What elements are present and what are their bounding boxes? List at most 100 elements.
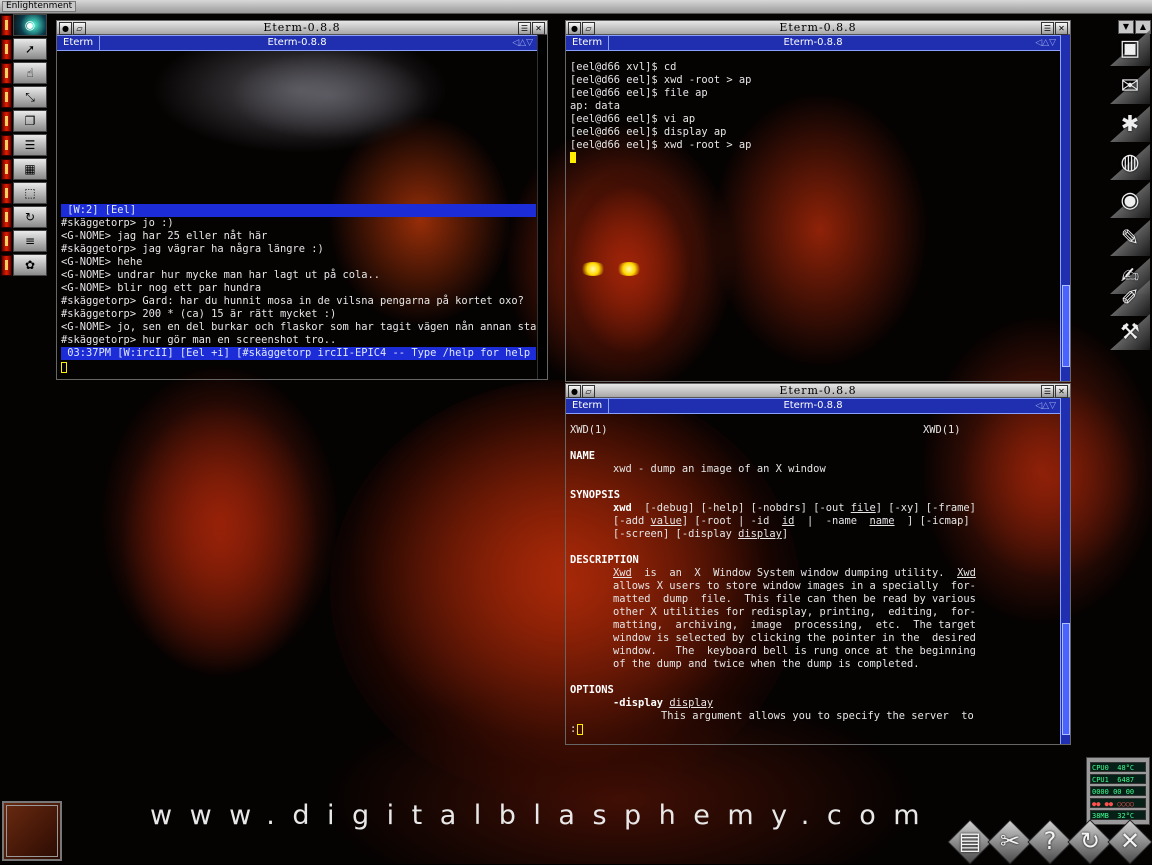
exit-icon[interactable]: ✕ — [1110, 820, 1150, 862]
memory-temp-readout: 38MB 32°C — [1090, 810, 1146, 820]
pager-tab[interactable] — [1, 135, 12, 156]
maximize-icon[interactable]: ☰ — [1041, 22, 1054, 35]
man-description-line: matted dump file. This file can then be … — [613, 593, 976, 605]
spider-icon[interactable]: ✱ — [1110, 106, 1150, 142]
man-synopsis-line-2: [-add value] [-root | -id id | -name nam… — [613, 515, 970, 527]
man-terminal[interactable]: XWD(1) XWD(1) NAME xwd - dump an image o… — [565, 414, 1061, 745]
bars-icon[interactable]: ☰ — [13, 134, 47, 156]
cpu1-readout: CPU1 6487 — [1090, 774, 1146, 784]
man-synopsis-line-3: [-screen] [-display display] — [613, 528, 789, 540]
maximize-icon[interactable]: ☰ — [1041, 385, 1054, 398]
desks-icon[interactable]: ▦ — [13, 158, 47, 180]
enlightenment-top-bar: Enlightenment — [0, 0, 1152, 14]
pencil-icon[interactable]: ✎ — [1110, 220, 1150, 256]
help-icon[interactable]: ? — [1030, 820, 1070, 862]
man-option-text: This argument allows you to specify the … — [661, 710, 974, 722]
man-description-line: allows X users to store window images in… — [613, 580, 976, 592]
irc-line: <G-NOME> jo, sen en del burkar och flask… — [61, 321, 538, 333]
pager-tab[interactable] — [1, 63, 12, 84]
irc-menu-bar: Eterm Eterm-0.8.8 ◁△▽ — [56, 35, 538, 51]
shell-line: [eel@d66 eel]$ file ap — [570, 87, 708, 99]
radar-icon[interactable]: ◉ — [13, 14, 47, 36]
terminal-icon[interactable]: ▣ — [1110, 30, 1150, 66]
irc-window-bar-text: [W:2] [Eel] — [61, 204, 137, 216]
maximize-icon[interactable]: ☰ — [518, 22, 531, 35]
menu-arrows-icon[interactable]: ◁△▽ — [1035, 399, 1056, 413]
irc-line: <G-NOME> blir nog ett par hundra — [61, 282, 262, 294]
irc-terminal[interactable]: [W:2] [Eel] #skäggetorp> jo :) <G-NOME> … — [56, 51, 538, 380]
man-description-line: other X utilities for redisplay, printin… — [613, 606, 976, 618]
irc-input-cursor[interactable] — [61, 362, 67, 373]
menu-arrows-icon[interactable]: ◁△▽ — [512, 36, 533, 50]
man-synopsis-heading: SYNOPSIS — [570, 489, 621, 501]
bottom-icon-bar: ▤ ✂ ? ↻ ✕ — [950, 820, 1152, 864]
menu-arrows-icon[interactable]: ◁△▽ — [1035, 36, 1056, 50]
resize-icon[interactable]: ⤡ — [13, 86, 47, 108]
cpu0-temp-readout: CPU0 48°C — [1090, 762, 1146, 772]
windows-icon[interactable]: ❐ — [13, 110, 47, 132]
pointer-icon[interactable]: ➚ — [13, 38, 47, 60]
gear-icon[interactable]: ✿ — [13, 254, 47, 276]
man-description-line: window. The keyboard bell is rung once a… — [613, 645, 976, 657]
pager-tab[interactable] — [1, 183, 12, 204]
enlightenment-title: Enlightenment — [2, 1, 77, 12]
refresh-icon[interactable]: ↻ — [13, 206, 47, 228]
draw-icon[interactable]: ✐ — [1110, 280, 1150, 316]
eye-icon[interactable]: ◉ — [1110, 182, 1150, 218]
man-name-text: xwd - dump an image of an X window — [613, 463, 826, 475]
pager-tab[interactable] — [1, 15, 12, 36]
man-scroll-thumb[interactable] — [1062, 623, 1070, 735]
irc-line: <G-NOME> jag har 25 eller nåt här — [61, 230, 268, 242]
window-title: Eterm-0.8.8 — [779, 21, 857, 34]
man-title-bar[interactable]: ● ▱ Eterm-0.8.8 ☰ ✕ — [565, 383, 1071, 398]
close-icon[interactable]: ✕ — [532, 22, 545, 35]
close-icon[interactable]: ✕ — [1055, 22, 1068, 35]
mail-icon[interactable]: ✉ — [1110, 68, 1150, 104]
man-description-line: Xwd is an X Window System window dumping… — [613, 567, 976, 579]
man-description-line: matting, archiving, image processing, et… — [613, 619, 976, 631]
pager-tab[interactable] — [1, 87, 12, 108]
shell-terminal[interactable]: [eel@d66 xvl]$ cd [eel@d66 eel]$ xwd -ro… — [565, 51, 1061, 382]
led-readout: ●● ●● ○○○○ — [1090, 798, 1146, 808]
list-icon[interactable]: ≡ — [13, 230, 47, 252]
shell-line: ap: data — [570, 100, 621, 112]
man-cursor[interactable] — [577, 724, 583, 735]
tools-icon[interactable]: ✂ — [990, 820, 1030, 862]
shell-title-bar[interactable]: ● ▱ Eterm-0.8.8 ☰ ✕ — [565, 20, 1071, 35]
pager-tab[interactable] — [1, 39, 12, 60]
shell-cursor[interactable] — [570, 152, 576, 163]
man-description-line: of the dump and twice when the dump is c… — [613, 658, 920, 670]
man-menu-bar: Eterm Eterm-0.8.8 ◁△▽ — [565, 398, 1061, 414]
hammer-icon[interactable]: ⚒ — [1110, 314, 1150, 350]
wallpaper-url: www.digitalblasphemy.com — [150, 800, 938, 831]
man-scrollbar[interactable] — [1060, 398, 1071, 745]
menu-bar-title: Eterm-0.8.8 — [783, 37, 843, 48]
close-icon[interactable]: ✕ — [1055, 385, 1068, 398]
files-icon[interactable]: ▤ — [950, 820, 990, 862]
pager-tab[interactable] — [1, 255, 12, 276]
pager-tab[interactable] — [1, 207, 12, 228]
pager-tab[interactable] — [1, 159, 12, 180]
recycle-icon[interactable]: ↻ — [1070, 820, 1110, 862]
shell-scroll-thumb[interactable] — [1062, 285, 1070, 367]
pager-tab[interactable] — [1, 111, 12, 132]
man-eterm-window: ● ▱ Eterm-0.8.8 ☰ ✕ Eterm Eterm-0.8.8 ◁△… — [565, 383, 1071, 745]
counter-readout: 0000 00 00 — [1090, 786, 1146, 796]
desktop-pager-thumbnail[interactable] — [2, 801, 62, 861]
irc-title-bar[interactable]: ● ▱ Eterm-0.8.8 ☰ ✕ — [56, 20, 548, 35]
man-name-heading: NAME — [570, 450, 596, 462]
wallpaper-arm-left — [120, 400, 320, 680]
man-pager-prompt: : — [570, 723, 577, 735]
irc-line: <G-NOME> undrar hur mycke man har lagt u… — [61, 269, 381, 281]
man-description-line: window is selected by clicking the point… — [613, 632, 976, 644]
speaker-icon[interactable]: ◍ — [1110, 144, 1150, 180]
man-option-display: -display display — [613, 697, 714, 709]
shell-eterm-window: ● ▱ Eterm-0.8.8 ☰ ✕ Eterm Eterm-0.8.8 ◁△… — [565, 20, 1071, 382]
pager-tab[interactable] — [1, 231, 12, 252]
cursor-box-icon[interactable]: ⬚ — [13, 182, 47, 204]
irc-eterm-window: ● ▱ Eterm-0.8.8 ☰ ✕ Eterm Eterm-0.8.8 ◁△… — [56, 20, 548, 380]
irc-scrollbar[interactable] — [537, 35, 548, 380]
menu-hand-icon[interactable]: ☝ — [13, 62, 47, 84]
shell-scrollbar[interactable] — [1060, 35, 1071, 382]
menu-bar-title: Eterm-0.8.8 — [267, 37, 327, 48]
